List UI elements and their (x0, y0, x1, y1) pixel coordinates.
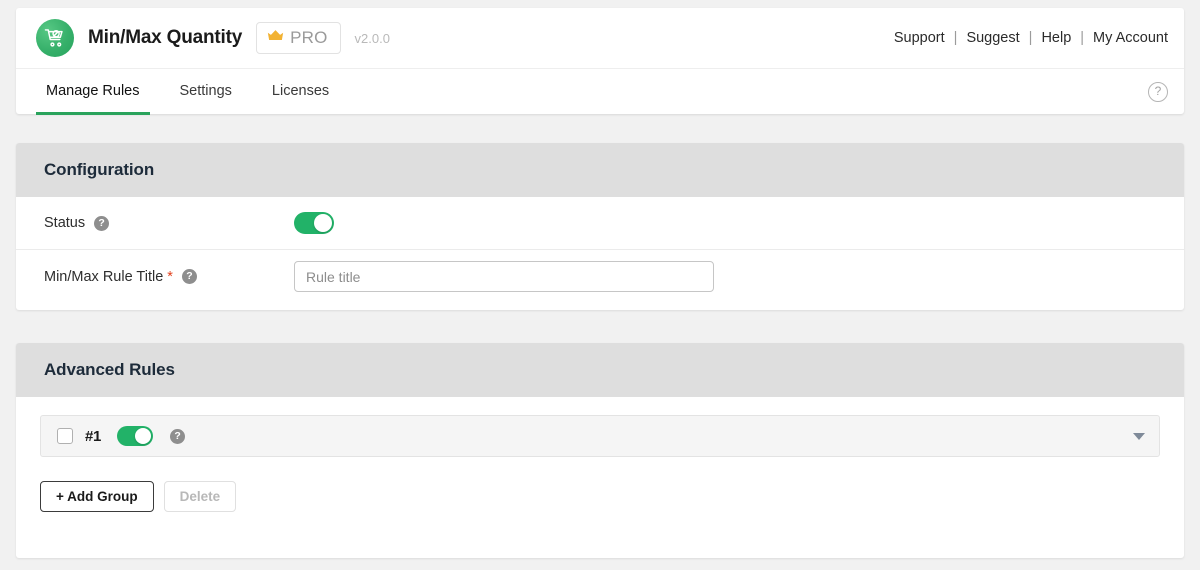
question-circle-icon[interactable]: ? (1148, 82, 1168, 102)
rule-title-help-icon[interactable]: ? (182, 269, 197, 284)
add-group-button[interactable]: + Add Group (40, 481, 154, 512)
required-asterisk: * (167, 269, 173, 285)
tab-label: Licenses (272, 83, 329, 99)
status-help-icon[interactable]: ? (94, 216, 109, 231)
nav-link-my-account[interactable]: My Account (1093, 30, 1168, 46)
pro-badge[interactable]: PRO (256, 22, 340, 54)
rule-title-label: Min/Max Rule Title (44, 269, 163, 285)
nav-separator: | (1080, 30, 1084, 46)
toggle-knob (135, 428, 151, 444)
advanced-rules-header: Advanced Rules (16, 343, 1184, 397)
nav-link-help[interactable]: Help (1041, 30, 1071, 46)
configuration-title: Configuration (44, 160, 154, 180)
pro-label: PRO (290, 28, 327, 48)
rule-group-number: #1 (85, 428, 101, 445)
advanced-rules-title: Advanced Rules (44, 360, 175, 380)
rule-title-label-group: Min/Max Rule Title * ? (44, 269, 294, 285)
rule-title-input[interactable] (294, 261, 714, 292)
version-label: v2.0.0 (355, 31, 390, 46)
tab-bar: Manage Rules Settings Licenses ? (16, 69, 1184, 114)
rule-group-toggle[interactable] (117, 426, 153, 446)
app-page: Min/Max Quantity PRO v2.0.0 Support | Su… (0, 0, 1200, 570)
status-control (294, 212, 1156, 234)
header-top-bar: Min/Max Quantity PRO v2.0.0 Support | Su… (16, 8, 1184, 69)
chevron-down-icon[interactable] (1133, 433, 1145, 440)
tab-bar-help[interactable]: ? (1148, 69, 1168, 114)
tab-settings[interactable]: Settings (170, 70, 242, 115)
status-toggle[interactable] (294, 212, 334, 234)
delete-button[interactable]: Delete (164, 481, 237, 512)
advanced-rules-body: #1 ? + Add Group Delete (16, 397, 1184, 512)
app-title: Min/Max Quantity (88, 27, 242, 49)
rule-title-row: Min/Max Rule Title * ? (16, 250, 1184, 303)
rule-group-checkbox[interactable] (57, 428, 73, 444)
rule-group-row[interactable]: #1 ? (40, 415, 1160, 457)
status-label-group: Status ? (44, 215, 294, 231)
status-row: Status ? (16, 197, 1184, 250)
configuration-header: Configuration (16, 143, 1184, 197)
header-nav-links: Support | Suggest | Help | My Account (894, 30, 1168, 46)
advanced-rules-actions: + Add Group Delete (40, 481, 1160, 512)
app-header: Min/Max Quantity PRO v2.0.0 Support | Su… (16, 8, 1184, 114)
crown-icon (267, 29, 284, 47)
nav-link-suggest[interactable]: Suggest (966, 30, 1019, 46)
advanced-rules-card: Advanced Rules #1 ? + Add Group Delete (16, 343, 1184, 558)
toggle-knob (314, 214, 332, 232)
nav-separator: | (1029, 30, 1033, 46)
tab-licenses[interactable]: Licenses (262, 70, 339, 115)
tab-label: Manage Rules (46, 83, 140, 99)
tab-label: Settings (180, 83, 232, 99)
status-label: Status (44, 215, 85, 231)
shopping-cart-icon (36, 19, 74, 57)
tab-manage-rules[interactable]: Manage Rules (36, 70, 150, 115)
nav-link-support[interactable]: Support (894, 30, 945, 46)
nav-separator: | (954, 30, 958, 46)
rule-title-control (294, 261, 1156, 292)
configuration-card: Configuration Status ? Min/Max Rule Titl… (16, 143, 1184, 310)
rule-group-help-icon[interactable]: ? (170, 429, 185, 444)
